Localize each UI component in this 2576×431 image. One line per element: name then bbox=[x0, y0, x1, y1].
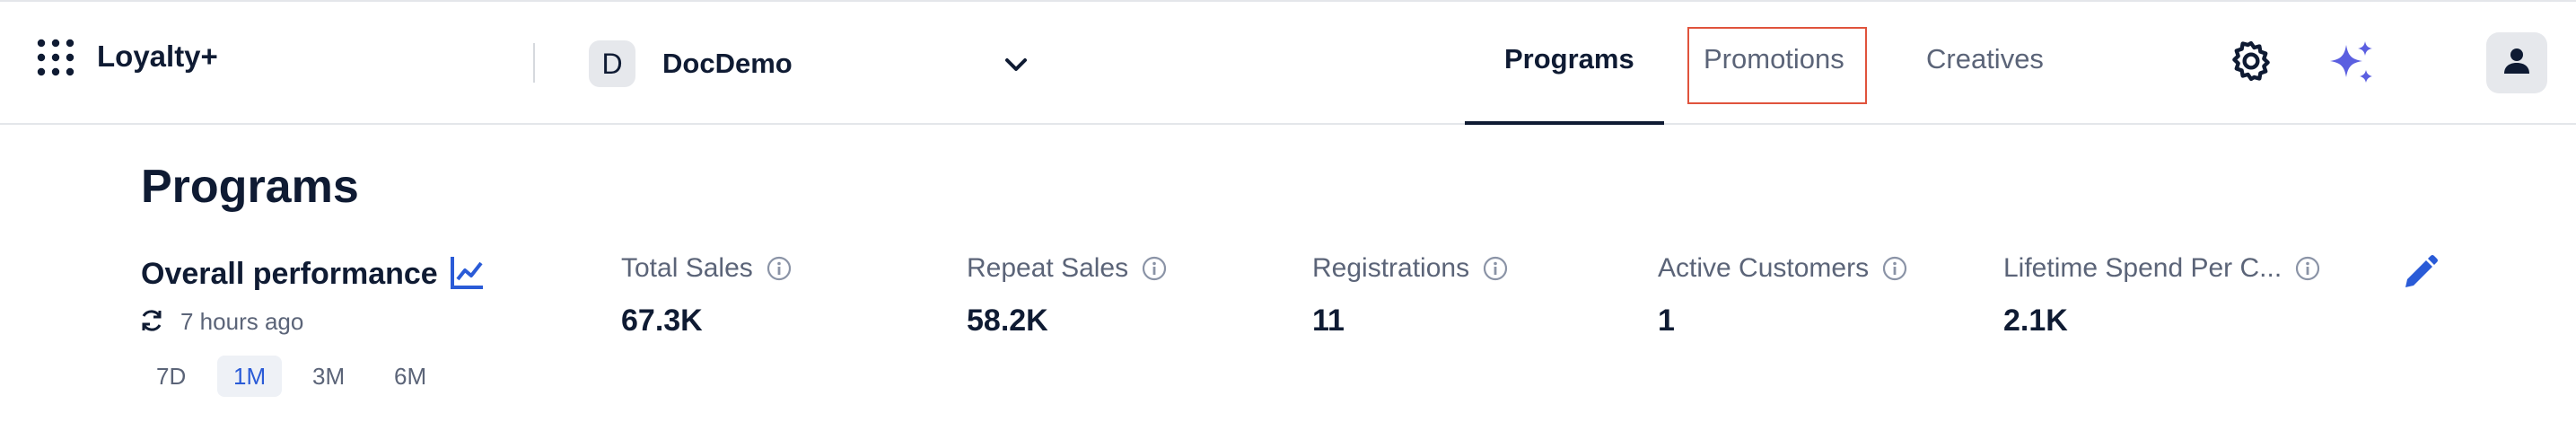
info-icon[interactable] bbox=[1482, 255, 1509, 282]
metric-value: 11 bbox=[1312, 303, 1345, 338]
edit-pencil-icon[interactable] bbox=[2398, 251, 2441, 295]
tenant-name: DocDemo bbox=[662, 48, 793, 79]
chevron-down-icon[interactable] bbox=[1000, 48, 1032, 81]
metric-value: 58.2K bbox=[967, 303, 1048, 338]
tab-creatives[interactable]: Creatives bbox=[1926, 43, 2044, 75]
metric-label: Repeat Sales bbox=[967, 253, 1129, 283]
sparkle-icon[interactable] bbox=[2326, 38, 2377, 88]
info-icon[interactable] bbox=[1141, 255, 1168, 282]
info-icon[interactable] bbox=[766, 255, 793, 282]
page-title: Programs bbox=[141, 161, 359, 213]
trend-chart-icon[interactable] bbox=[449, 253, 486, 291]
metric-lifetime-spend: Lifetime Spend Per C... 2.1K bbox=[2003, 253, 2321, 339]
range-6m-button[interactable]: 6M bbox=[378, 356, 442, 397]
metric-label: Total Sales bbox=[621, 253, 753, 283]
top-navigation-bar: Loyalty+ D DocDemo Programs Promotions C… bbox=[0, 0, 2576, 125]
metric-registrations: Registrations 11 bbox=[1312, 253, 1509, 339]
metric-active-customers: Active Customers 1 bbox=[1658, 253, 1908, 339]
metric-value: 67.3K bbox=[621, 303, 703, 338]
tenant-selector[interactable]: D DocDemo bbox=[589, 40, 793, 88]
metric-value: 2.1K bbox=[2003, 303, 2068, 338]
metric-label: Registrations bbox=[1312, 253, 1470, 283]
metric-total-sales: Total Sales 67.3K bbox=[621, 253, 793, 339]
performance-title: Overall performance bbox=[141, 257, 438, 291]
user-menu-button[interactable] bbox=[2486, 32, 2547, 93]
metric-repeat-sales: Repeat Sales 58.2K bbox=[967, 253, 1168, 339]
app-title: Loyalty+ bbox=[97, 40, 218, 73]
gear-icon[interactable] bbox=[2228, 38, 2274, 84]
last-updated-text: 7 hours ago bbox=[180, 308, 304, 335]
user-icon bbox=[2501, 45, 2533, 82]
header-divider bbox=[533, 43, 535, 83]
tenant-avatar: D bbox=[589, 40, 635, 87]
range-3m-button[interactable]: 3M bbox=[296, 356, 361, 397]
tab-programs[interactable]: Programs bbox=[1504, 43, 1634, 75]
apps-grid-icon[interactable] bbox=[36, 38, 75, 77]
range-1m-button[interactable]: 1M bbox=[217, 356, 283, 397]
info-icon[interactable] bbox=[2294, 255, 2321, 282]
metric-label: Active Customers bbox=[1658, 253, 1870, 283]
metric-value: 1 bbox=[1658, 303, 1675, 338]
active-tab-indicator bbox=[1465, 121, 1664, 125]
info-icon[interactable] bbox=[1881, 255, 1908, 282]
range-7d-button[interactable]: 7D bbox=[140, 356, 202, 397]
metric-label: Lifetime Spend Per C... bbox=[2003, 253, 2282, 283]
refresh-icon[interactable] bbox=[138, 307, 165, 334]
promotions-highlight-box bbox=[1687, 27, 1867, 104]
